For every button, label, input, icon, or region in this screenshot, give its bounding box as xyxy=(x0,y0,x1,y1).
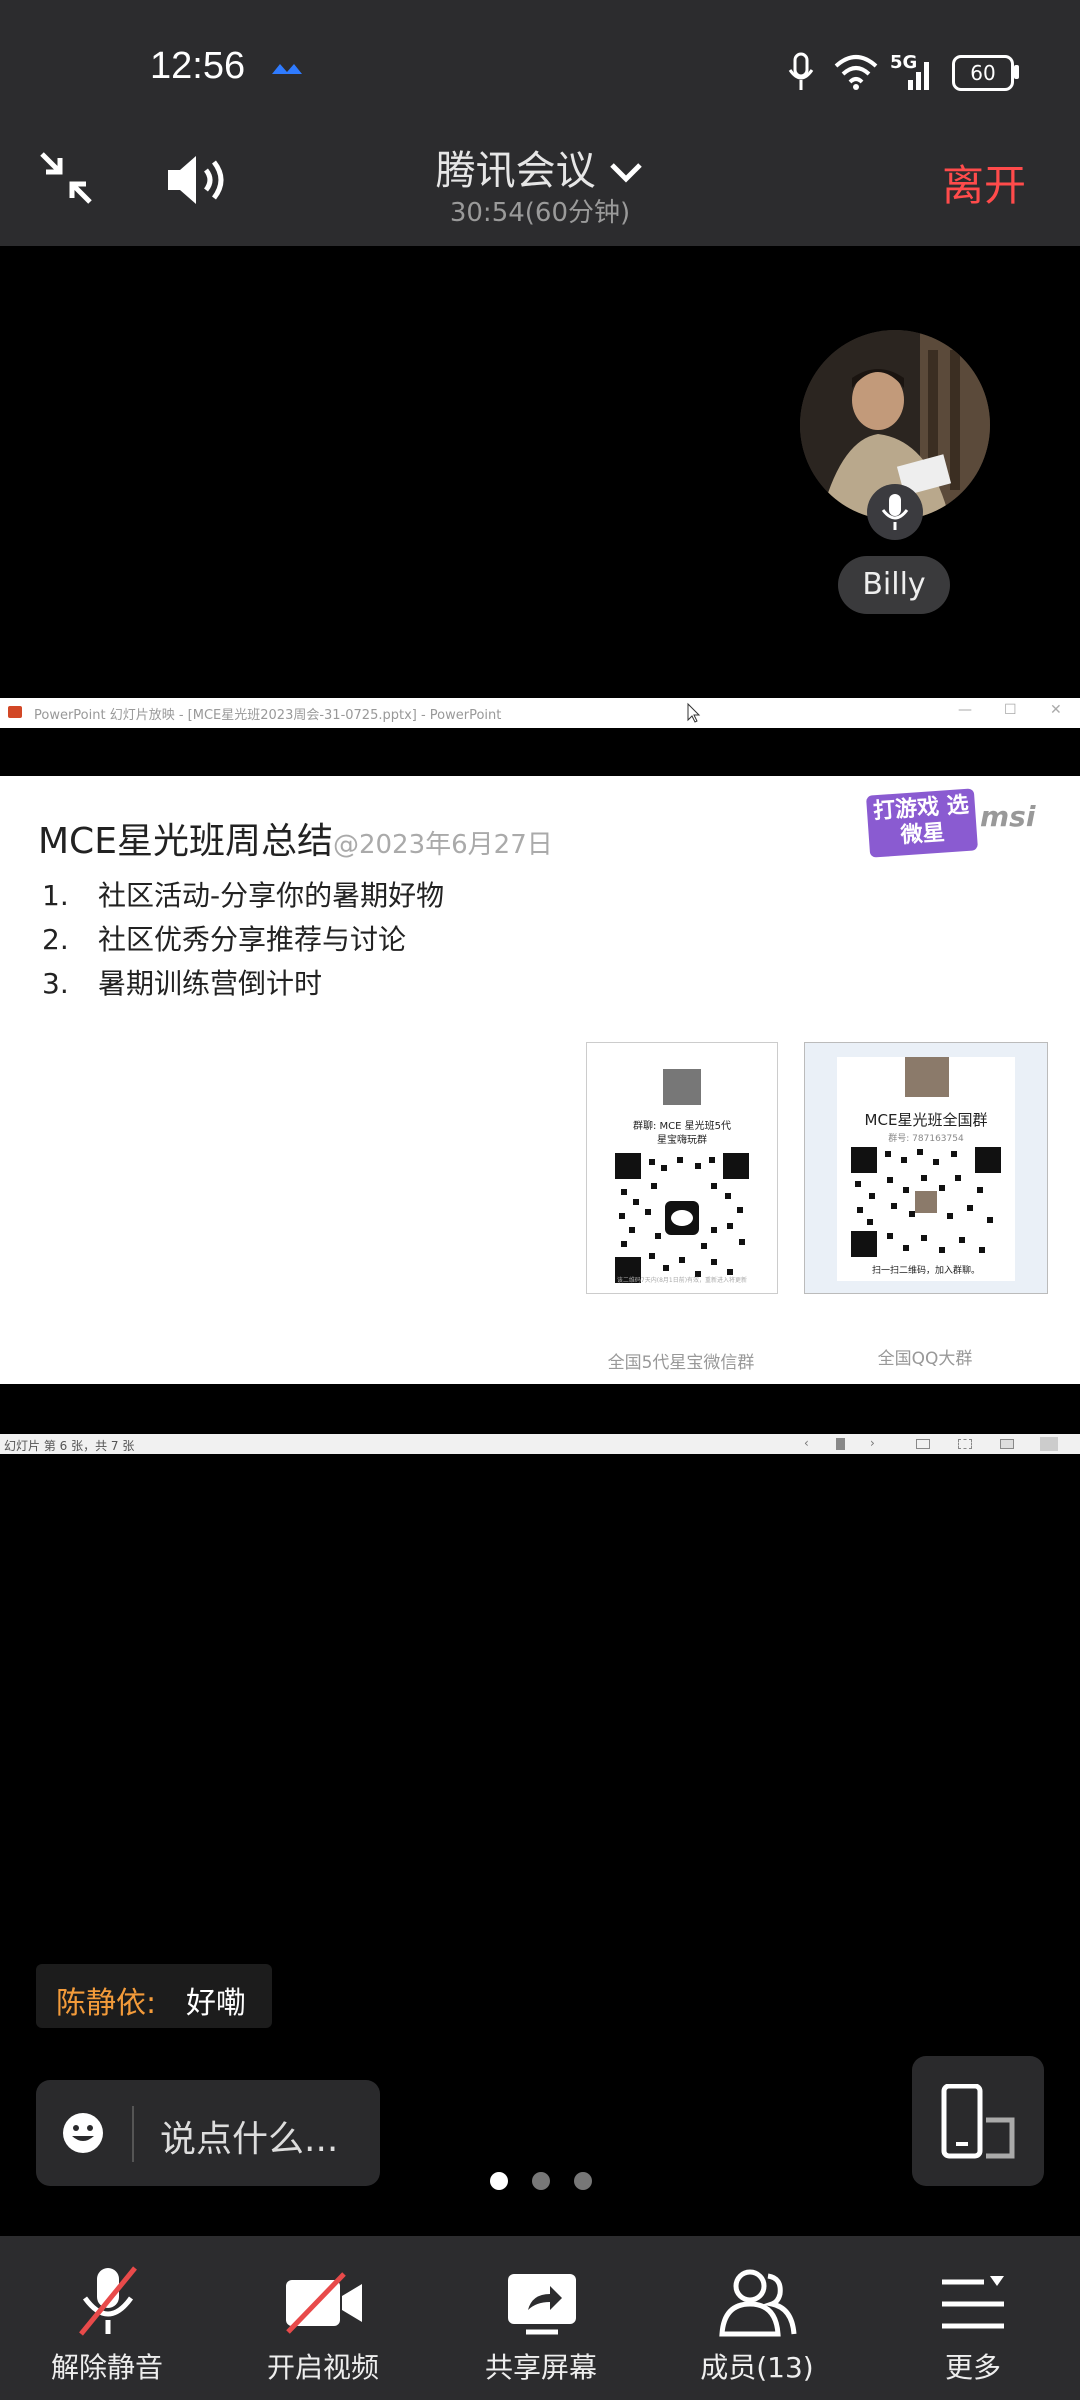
more-label: 更多 xyxy=(944,2351,1001,2384)
page-dot[interactable] xyxy=(532,2172,550,2190)
emoji-icon[interactable] xyxy=(62,2112,104,2154)
camera-off-icon xyxy=(286,2272,362,2334)
battery-icon: 60 xyxy=(952,55,1014,91)
mouse-cursor-icon xyxy=(687,702,701,723)
slide-counter: 幻灯片 第 6 张，共 7 张 xyxy=(4,1439,135,1453)
group-avatar xyxy=(905,1057,949,1097)
members-icon xyxy=(719,2269,797,2337)
agenda-item: 3. 暑期训练营倒计时 xyxy=(42,967,323,1000)
qr-group-name: MCE星光班全国群 xyxy=(864,1111,988,1129)
slide-title: MCE星光班周总结@2023年6月27日 xyxy=(38,812,553,864)
slide-agenda-list: 1. 社区活动-分享你的暑期好物 2. 社区优秀分享推荐与讨论 3. 暑期训练营倒计时 xyxy=(42,874,444,1006)
msi-logo: msi xyxy=(980,800,1036,833)
qq-qr-card: MCE星光班全国群 群号: 787163754 扫一扫二维码，加入群聊。 xyxy=(804,1042,1048,1294)
chevron-down-icon xyxy=(610,163,643,183)
unmute-button[interactable]: 解除静音 xyxy=(22,2264,192,2394)
unmute-label: 解除静音 xyxy=(50,2351,163,2384)
wechat-qr-caption: 全国5代星宝微信群 xyxy=(607,1353,755,1373)
qr-group-number: 群号: 787163754 xyxy=(888,1134,964,1144)
slide-menu-icon[interactable] xyxy=(836,1438,845,1450)
powerpoint-icon xyxy=(8,706,22,718)
qr-group-subname: 星宝嗨玩群 xyxy=(657,1135,707,1146)
slide-letterbox-top xyxy=(0,728,1080,776)
slide-title-text: MCE星光班周总结 xyxy=(38,821,333,862)
ppt-statusbar: 幻灯片 第 6 张，共 7 张 ‹ › xyxy=(0,1434,1080,1454)
share-screen-icon xyxy=(508,2274,576,2335)
members-button[interactable]: 成员(13) xyxy=(672,2264,842,2394)
chat-message: 陈静依: 好嘞 xyxy=(36,1964,272,2028)
prev-slide-icon[interactable]: ‹ xyxy=(804,1436,809,1450)
wechat-qr-card: 群聊: MCE 星光班5代 星宝嗨玩群 该二维码7天内(8月1日前)有效，重新进… xyxy=(586,1042,778,1294)
battery-tip xyxy=(1014,65,1019,79)
meeting-title[interactable]: 腾讯会议 xyxy=(0,138,1080,196)
input-divider xyxy=(132,2106,134,2162)
qq-qr-caption: 全国QQ大群 xyxy=(877,1349,973,1369)
ppt-window-title: PowerPoint 幻灯片放映 - [MCE星光班2023周会-31-0725… xyxy=(34,708,502,723)
page-dot-active[interactable] xyxy=(490,2172,508,2190)
participant-mic-icon xyxy=(867,484,923,540)
reading-view-icon[interactable] xyxy=(1000,1439,1014,1449)
normal-view-icon[interactable] xyxy=(916,1439,930,1449)
window-minimize-icon[interactable]: — xyxy=(958,702,972,718)
qq-qr-inner: MCE星光班全国群 群号: 787163754 扫一扫二维码，加入群聊。 xyxy=(837,1057,1015,1281)
phone-rotate-icon xyxy=(941,2084,1015,2159)
share-screen-button[interactable]: 共享屏幕 xyxy=(456,2264,626,2394)
start-video-label: 开启视频 xyxy=(266,2351,379,2384)
meeting-duration: 30:54(60分钟) xyxy=(449,198,631,228)
wechat-qr-code xyxy=(615,1153,749,1283)
status-time: 12:56 xyxy=(150,45,246,87)
mic-muted-icon xyxy=(79,2266,137,2336)
meeting-title-text: 腾讯会议 xyxy=(435,148,596,194)
qr-group-name: 群聊: MCE 星光班5代 xyxy=(632,1121,732,1132)
mic-status-icon xyxy=(788,52,814,90)
chat-text: 好嘞 xyxy=(186,1986,246,2021)
chat-input[interactable]: 说点什么... xyxy=(36,2080,380,2186)
signal-icon xyxy=(908,62,929,90)
ppt-window-titlebar: PowerPoint 幻灯片放映 - [MCE星光班2023周会-31-0725… xyxy=(0,698,1080,728)
agenda-item: 1. 社区活动-分享你的暑期好物 xyxy=(42,879,445,912)
page-dot[interactable] xyxy=(574,2172,592,2190)
qr-expiry-note: 该二维码7天内(8月1日前)有效，重新进入将更新 xyxy=(616,1277,748,1284)
game-logo: 打游戏 选微星 xyxy=(865,788,979,858)
leave-button[interactable]: 离开 xyxy=(942,152,1026,213)
slide-sorter-icon[interactable] xyxy=(958,1439,972,1449)
portrait-landscape-toggle[interactable] xyxy=(912,2056,1044,2186)
agenda-item: 2. 社区优秀分享推荐与讨论 xyxy=(42,923,407,956)
more-button[interactable]: 更多 xyxy=(888,2264,1058,2394)
start-video-button[interactable]: 开启视频 xyxy=(238,2264,408,2394)
app-cloud-icon xyxy=(272,64,302,74)
battery-level: 60 xyxy=(970,61,996,85)
wifi-icon xyxy=(834,55,878,90)
qr-scan-note: 扫一扫二维码，加入群聊。 xyxy=(871,1266,980,1276)
chat-sender: 陈静依: xyxy=(56,1986,157,2021)
participant-name: Billy xyxy=(838,556,950,614)
share-screen-label: 共享屏幕 xyxy=(484,2351,597,2384)
next-slide-icon[interactable]: › xyxy=(870,1436,875,1450)
window-close-icon[interactable]: ✕ xyxy=(1050,702,1062,718)
group-avatar xyxy=(663,1069,701,1105)
qq-qr-code xyxy=(851,1147,1001,1257)
slideshow-view-icon[interactable] xyxy=(1040,1437,1058,1451)
window-maximize-icon[interactable]: ☐ xyxy=(1004,702,1017,718)
members-label: 成员(13) xyxy=(700,2351,814,2384)
chat-input-placeholder: 说点什么... xyxy=(160,2119,339,2160)
more-menu-icon xyxy=(942,2276,1004,2329)
slide: MCE星光班周总结@2023年6月27日 1. 社区活动-分享你的暑期好物 2. 社… xyxy=(0,776,1080,1384)
slide-date: @2023年6月27日 xyxy=(332,830,553,860)
